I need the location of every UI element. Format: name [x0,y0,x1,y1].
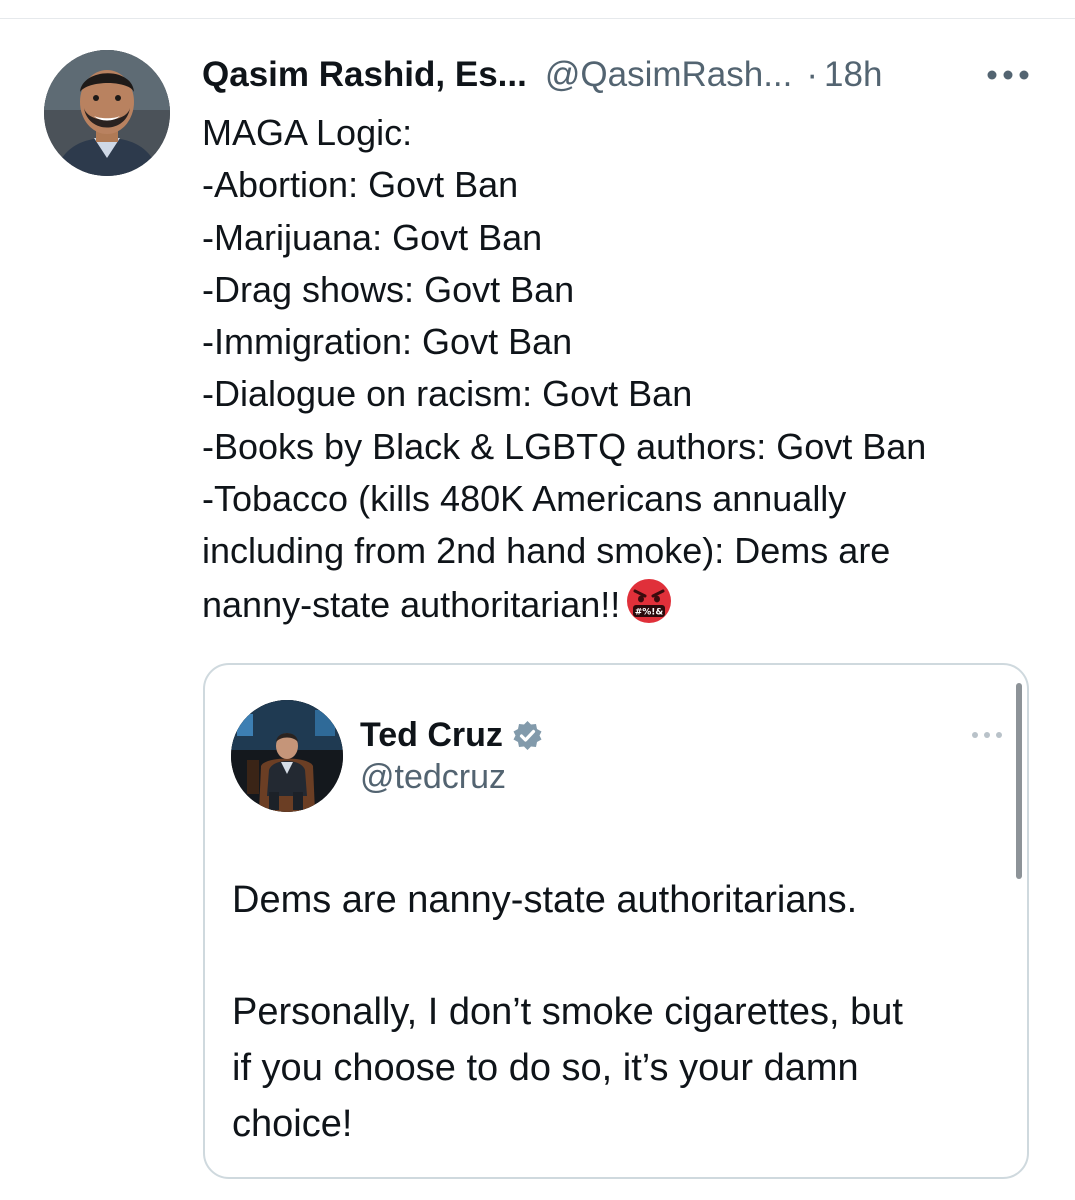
tweet-line-text: nanny-state authoritarian!! [202,583,621,625]
top-divider [0,18,1075,19]
tweet-line: -Immigration: Govt Ban [202,321,573,363]
quoted-line: choice! [232,1103,353,1145]
author-name[interactable]: Qasim Rashid, Es... [202,55,527,95]
quoted-line: Personally, I don’t smoke cigarettes, bu… [232,991,903,1033]
quoted-tweet-card[interactable]: Ted Cruz @tedcruz Dems are nanny-state a… [203,663,1029,1179]
svg-text:#%!&: #%!& [635,607,664,617]
separator-dot: · [806,55,819,94]
quoted-author-handle[interactable]: @tedcruz [360,758,506,797]
verified-badge-icon [513,720,542,750]
quoted-more-options-button[interactable] [970,728,1004,742]
tweet-line: -Abortion: Govt Ban [202,164,519,206]
tweet-line: -Dialogue on racism: Govt Ban [202,373,693,415]
tweet-text: MAGA Logic: -Abortion: Govt Ban -Marijua… [202,107,1042,630]
author-avatar[interactable] [44,50,170,176]
author-avatar-image [44,50,170,176]
timestamp[interactable]: 18h [824,55,882,95]
author-handle[interactable]: @QasimRash... [545,55,793,95]
face-with-symbols-on-mouth-icon: #%!& [627,578,672,623]
more-horizontal-icon [972,732,1002,738]
tweet-line: including from 2nd hand smoke): Dems are [202,530,891,572]
tweet-line-last: nanny-state authoritarian!! #%!& [202,578,1042,630]
tweet-line: -Marijuana: Govt Ban [202,216,543,258]
quoted-line: if you choose to do so, it’s your damn [232,1047,859,1089]
more-options-button[interactable] [984,62,1032,88]
quoted-author-avatar[interactable] [231,700,343,812]
tweet-line: -Books by Black & LGBTQ authors: Govt Ba… [202,425,927,467]
quoted-author-row: Ted Cruz [360,711,544,759]
quoted-tweet-text: Dems are nanny-state authoritarians. Per… [232,872,1012,1152]
tweet-header: Qasim Rashid, Es... @QasimRash... · 18h [202,50,882,100]
scrollbar-thumb[interactable] [1016,683,1022,879]
quoted-author-avatar-image [231,700,343,812]
more-horizontal-icon [987,70,1029,80]
tweet-line: -Tobacco (kills 480K Americans annually [202,478,847,520]
quoted-author-name[interactable]: Ted Cruz [360,716,503,755]
quoted-line: Dems are nanny-state authoritarians. [232,879,858,921]
tweet-line: MAGA Logic: [202,112,413,153]
tweet-line: -Drag shows: Govt Ban [202,268,575,310]
